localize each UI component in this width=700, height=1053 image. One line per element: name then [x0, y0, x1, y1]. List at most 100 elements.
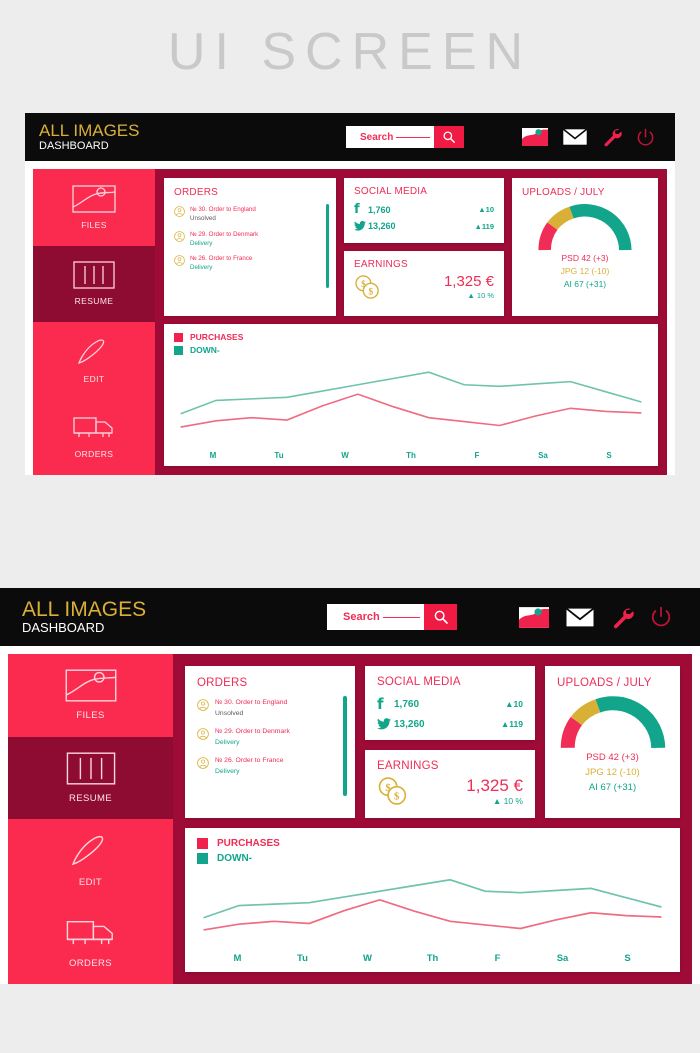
legend-swatch-down	[174, 345, 183, 355]
axis-label: Th	[426, 953, 439, 964]
svg-text:$: $	[368, 286, 373, 296]
social-delta: ▲10	[478, 205, 494, 214]
order-row[interactable]: № 30. Order to England Unsolved	[174, 205, 326, 224]
search-input[interactable]: Search	[346, 126, 434, 148]
search-underline	[382, 616, 420, 618]
orders-scrollbar[interactable]	[343, 696, 347, 796]
search-input[interactable]: Search	[327, 604, 424, 630]
social-title: SOCIAL MEDIA	[377, 676, 461, 688]
dashboard-preview-large: ALL IMAGES DASHBOARD Search FILES RESUME…	[0, 588, 700, 984]
search-box[interactable]: Search	[346, 126, 464, 148]
sidebar-item-label: RESUME	[68, 792, 113, 804]
order-status: Delivery	[190, 239, 213, 247]
dashboard-content: ORDERS № 30. Order to England Unsolved №…	[173, 654, 692, 984]
axis-label: Tu	[274, 451, 284, 460]
sidebar-item-resume[interactable]: RESUME	[33, 245, 155, 322]
image-icon[interactable]	[519, 606, 549, 628]
pen-outline-icon	[77, 339, 105, 364]
social-title: SOCIAL MEDIA	[354, 186, 428, 197]
axis-label: S	[606, 451, 612, 460]
orders-title: ORDERS	[197, 677, 248, 689]
uploads-gauge	[557, 694, 668, 750]
envelope-icon[interactable]	[562, 128, 588, 146]
twitter-icon	[354, 221, 368, 231]
search-box[interactable]: Search	[327, 604, 457, 630]
power-icon[interactable]	[636, 128, 655, 147]
earnings-card: EARNINGS $ $ 1,325 € ▲ 10 %	[344, 251, 504, 316]
top-header-bar: ALL IMAGES DASHBOARD Search	[0, 588, 700, 646]
power-icon-glyph	[637, 128, 654, 146]
truck-outline-icon	[73, 417, 113, 438]
facebook-icon: f	[377, 695, 384, 713]
order-row[interactable]: № 29. Order to Denmark Delivery	[174, 230, 326, 249]
axis-label: Sa	[556, 953, 569, 964]
order-row[interactable]: № 30. Order to England Unsolved	[197, 698, 343, 719]
social-row-facebook: f 1,760 ▲10	[354, 202, 494, 217]
social-count: 13,260	[394, 718, 425, 730]
brand-subtitle: DASHBOARD	[39, 139, 109, 152]
brand-title: ALL IMAGES	[39, 120, 140, 140]
coins-icon: $ $	[355, 274, 379, 299]
axis-label: M	[209, 451, 217, 460]
wrench-icon[interactable]	[602, 127, 622, 147]
order-status: Unsolved	[215, 709, 244, 717]
earnings-values: 1,325 € ▲ 10 %	[444, 273, 494, 300]
uploads-gauge	[522, 202, 648, 252]
envelope-icon[interactable]	[565, 606, 595, 628]
sidebar-item-resume[interactable]: RESUME	[8, 736, 173, 819]
orders-title: ORDERS	[174, 187, 218, 198]
social-delta: ▲10	[505, 699, 523, 709]
widgets-row: ORDERS № 30. Order to England Unsolved №…	[164, 178, 658, 316]
order-text: № 26. Order to France	[215, 757, 284, 765]
social-row-facebook: f 1,760 ▲10	[377, 695, 523, 713]
orders-scrollbar[interactable]	[326, 204, 329, 288]
earnings-change: ▲ 10 %	[467, 291, 494, 300]
top-header-bar: ALL IMAGES DASHBOARD Search	[25, 113, 675, 161]
axis-label: Th	[406, 451, 416, 460]
sidebar-item-files[interactable]: FILES	[33, 169, 155, 246]
order-row[interactable]: № 29. Order to Denmark Delivery	[197, 727, 343, 748]
search-input-value: Search	[343, 611, 380, 623]
earnings-values: 1,325 € ▲ 10 %	[466, 776, 523, 806]
widgets-row: ORDERS № 30. Order to England Unsolved №…	[185, 666, 680, 818]
sidebar-item-label: FILES	[76, 710, 105, 722]
search-button[interactable]	[434, 126, 464, 148]
wrench-icon[interactable]	[611, 606, 634, 629]
header-icon-row	[519, 606, 672, 629]
search-icon	[443, 131, 455, 143]
image-icon[interactable]	[522, 128, 548, 146]
axis-label: M	[233, 953, 242, 964]
power-icon-glyph	[651, 606, 671, 627]
avatar-icon	[174, 230, 185, 242]
search-icon	[434, 610, 448, 624]
twitter-icon	[377, 718, 394, 730]
earnings-card: EARNINGS $ $ 1,325 € ▲ 10 %	[365, 750, 535, 818]
avatar-icon	[197, 757, 209, 769]
power-icon[interactable]	[650, 606, 672, 628]
pen-outline-icon	[71, 835, 103, 866]
sidebar-item-files[interactable]: FILES	[8, 654, 173, 737]
image-icon-glyph	[522, 128, 548, 146]
legend-label-purchases: PURCHASES	[217, 838, 280, 849]
columns-outline-icon	[73, 261, 115, 289]
orders-card: ORDERS № 30. Order to England Unsolved №…	[164, 178, 336, 316]
uploads-line-ai: AI 67 (+31)	[563, 279, 607, 290]
order-text: № 30. Order to England	[215, 699, 288, 706]
sidebar-item-edit[interactable]: EDIT	[33, 322, 155, 399]
avatar-icon	[197, 728, 209, 740]
sidebar-item-orders[interactable]: ORDERS	[8, 902, 173, 985]
order-row[interactable]: № 26. Order to France Delivery	[197, 756, 343, 777]
earnings-title: EARNINGS	[377, 760, 439, 772]
header-icon-row	[522, 127, 655, 147]
orders-card: ORDERS № 30. Order to England Unsolved №…	[185, 666, 355, 818]
screenshot-root: UI SCREEN 6 包图网 包图网 6 包图网 包图网 ALL IMAGES…	[0, 0, 700, 1053]
sidebar-item-edit[interactable]: EDIT	[8, 819, 173, 902]
sidebar-item-orders[interactable]: ORDERS	[33, 399, 155, 476]
search-button[interactable]	[424, 604, 457, 630]
order-row[interactable]: № 26. Order to France Delivery	[174, 254, 326, 273]
chart-svg	[174, 355, 648, 449]
uploads-card: UPLOADS / JULY PSD 42 (+3) JPG 12 (-10) …	[545, 666, 680, 818]
sidebar: FILES RESUME EDIT ORDERS	[33, 169, 155, 475]
legend-swatch-purchases	[197, 838, 208, 849]
sidebar-item-label: ORDERS	[68, 957, 113, 969]
